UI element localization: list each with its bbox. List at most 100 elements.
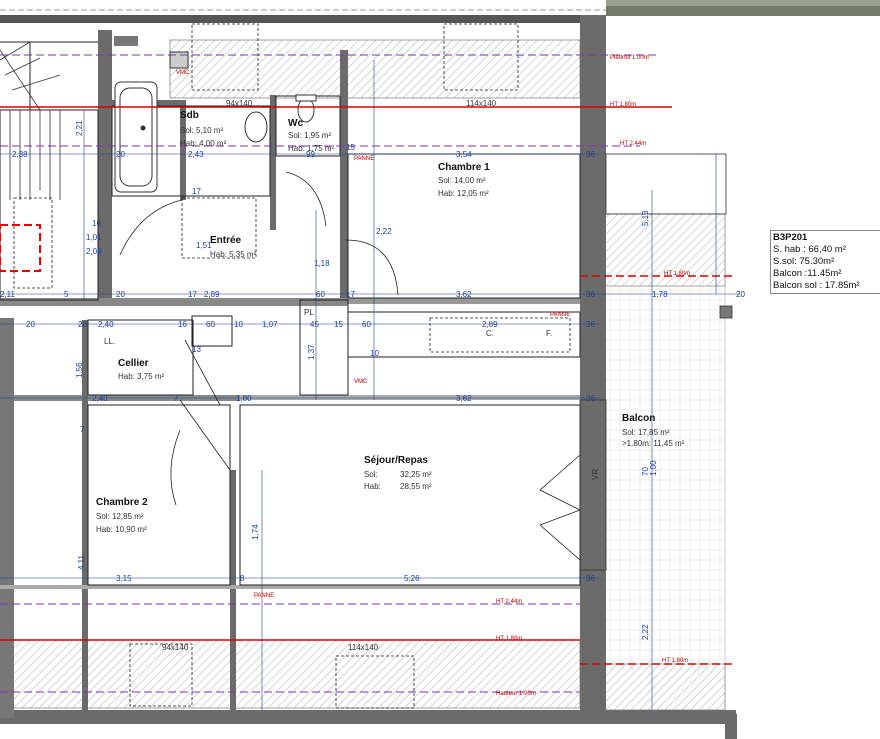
top-wall [0,15,606,23]
washbasin [244,111,268,143]
room-hab: Hab: 4,00 m² [180,139,227,148]
dim-label: 2,22 [641,624,650,640]
dim-label: 2,22 [376,227,392,236]
dim-label: 60 [206,320,215,329]
panne-label: PANNE [254,593,274,599]
vmc-box [114,36,138,46]
dim-label: 20 [78,320,87,329]
dim-label: 17 [188,290,197,299]
dim-label: 3,62 [456,394,472,403]
dim-label: 7 [80,425,85,434]
c-label: C. [486,329,494,338]
lot-number: B3P201 [773,232,808,243]
dim-label: 4,11 [77,554,86,570]
dim-label: 7 [174,394,179,403]
panne-label: PANNE [354,156,374,162]
piedroit-label: Hauteur 1.00m [496,691,536,697]
room-name: Sdb [180,110,199,121]
summary-balcon-sol: Balcon sol : 17.85m² [773,280,860,291]
dim-label: 10 [370,349,379,358]
room-sol-label: Sol: [364,470,378,479]
dim-label: 1,74 [251,524,260,540]
dim-label: 1,80 [236,394,252,403]
dim-label: 8 [240,574,245,583]
ht-label: HT 2.44m [620,141,646,147]
dim-label: 5 [64,290,69,299]
room-name: Wc [288,118,303,129]
room-name: Séjour/Repas [364,455,428,466]
floor-plan: Sdb Sol: 5,10 m² Hab: 4,00 m² Wc Sol: 1,… [0,0,880,739]
dim-label: 5,26 [404,574,420,583]
summary-sol: S.sol: 75.30m² [773,256,835,267]
piedroit-label: Piedroit 1.00m [610,55,649,61]
vmc-label: VMC [354,379,368,385]
summary-balcon: Balcon :11.45m² [773,268,842,279]
dim-label: 16 [92,219,101,228]
vmc-label: VMC [176,70,190,76]
dim-label: 20 [736,290,745,299]
dim-label: 2,43 [188,150,204,159]
room-sol: Sol: 17,85 m² [622,428,670,437]
dim-label: 17 [346,290,355,299]
room-name: Chambre 1 [438,162,490,173]
room-sol: Sol: 5,10 m² [180,126,223,135]
room-hab: 28,55 m² [400,482,432,491]
room-hab-label: Hab: [364,482,381,491]
ht-label: HT 1.80m [496,636,522,642]
dim-label: 1,37 [307,344,316,360]
window-size: 94x140 [162,643,189,652]
ht-label: HT 1.80m [664,271,690,277]
dim-label: 13 [192,345,201,354]
room-sol: Sol: 12,85 m² [96,512,144,521]
room-hab: Hab: 12,05 m² [438,189,489,198]
dim-label: 3,62 [456,290,472,299]
pl-label: PL [304,308,314,317]
hatched-zone [604,663,726,711]
dim-label: 99 [306,150,315,159]
room-name: Entrée [210,235,242,246]
dim-label: 1,18 [314,259,330,268]
dim-label: 2,11 [0,290,16,299]
dim-label: 1,51 [196,241,212,250]
dim-label: 36 [586,394,595,403]
dim-label: 1,78 [652,290,668,299]
dim-label: 3,54 [456,150,472,159]
area-summary-box: B3P201 S. hab : 66,40 m² S.sol: 75.30m² … [770,230,880,294]
dim-label: 20 [116,290,125,299]
dim-label: 16 [178,320,187,329]
dim-label: 2,40 [98,320,114,329]
dim-label: 20 [26,320,35,329]
dim-label: 36 [586,290,595,299]
dim-label: 36 [586,574,595,583]
dim-label: 20 [116,150,125,159]
dim-label: 17 [192,187,201,196]
summary-hab: S. hab : 66,40 m² [773,244,846,255]
room-hab: Hab: 10,90 m² [96,525,147,534]
dim-label: 36 [586,150,595,159]
vr-label: VR [591,469,600,480]
panne-label: PANNE [550,312,570,318]
room-name: Cellier [118,358,149,369]
dim-label: 2,89 [482,320,498,329]
room-name: Chambre 2 [96,497,148,508]
room-sol: 32,25 m² [400,470,432,479]
dim-label: 15 [346,143,355,152]
dim-label: 60 [362,320,371,329]
f-label: F. [546,329,552,338]
dim-label: 1,07 [262,320,278,329]
ht-label: HT 2.44m [496,599,522,605]
room-sol: Sol: 14,00 m² [438,176,486,185]
dim-label: 1,01 [86,233,102,242]
dim-label: 1,56 [75,362,84,378]
dim-label: 15 [334,320,343,329]
room-hab: Hab: 3,75 m² [118,372,165,381]
dim-label: 1,00 [649,460,658,476]
red-marker [0,224,41,272]
balcon-floor [604,285,726,665]
room-name: Balcon [622,413,655,424]
room-hab: Hab: 5,35 m² [210,250,257,259]
dim-label: 2,89 [204,290,220,299]
dim-label: 45 [310,320,319,329]
window-size: 114x140 [348,643,379,652]
dim-label: 2,38 [12,150,28,159]
